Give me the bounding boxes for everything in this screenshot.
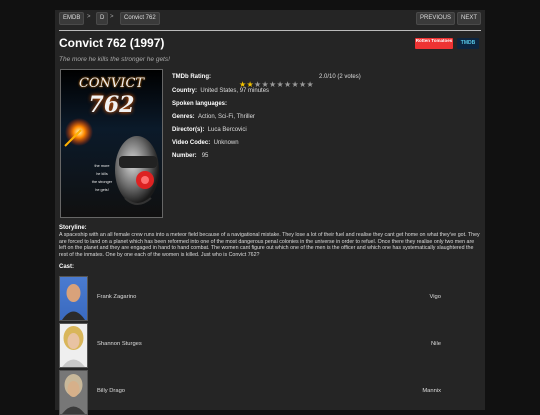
cast-photo — [59, 323, 88, 368]
poster-artwork — [64, 118, 159, 205]
country-row: Country: United States, 97 minutes — [172, 88, 269, 94]
tagline: The more he kills the stronger he gets! — [59, 56, 170, 63]
cast-item[interactable]: Shannon Sturges Nile — [59, 323, 481, 368]
page-title: Convict 762 (1997) — [59, 36, 165, 50]
cast-photo — [59, 276, 88, 321]
cast-photo — [59, 370, 88, 415]
rating-star-icon[interactable]: ★ — [277, 81, 285, 89]
tmdb-badge[interactable]: TMDB — [457, 38, 479, 49]
rating-star-icon[interactable]: ★ — [299, 81, 307, 89]
directors-row: Director(s): Luca Bercovici — [172, 127, 247, 133]
country-value: United States, 97 minutes — [200, 88, 270, 94]
cast-role: Nile — [431, 341, 441, 347]
breadcrumb-d[interactable]: D — [96, 12, 109, 25]
cast-name[interactable]: Frank Zagarino — [97, 294, 136, 300]
breadcrumb-separator: > — [87, 14, 91, 20]
video-codec-value: Unknown — [213, 140, 239, 146]
rating-label: TMDb Rating: — [172, 74, 211, 80]
cast-item[interactable]: Frank Zagarino Vigo — [59, 276, 481, 321]
breadcrumb-separator: > — [110, 14, 114, 20]
number-value: 95 — [201, 153, 209, 159]
cast-role: Vigo — [429, 294, 442, 300]
movie-panel: EMDB > D > Convict 762 PREVIOUS NEXT Con… — [55, 10, 485, 415]
languages-row: Spoken languages: — [172, 101, 229, 107]
number-row: Number: 95 — [172, 153, 208, 159]
rating-row: TMDb Rating: — [172, 74, 211, 80]
movie-poster[interactable]: CONVICT 762 the more he kills the strong… — [60, 69, 163, 218]
rating-stars: ★★★★★★★★★★ — [239, 74, 314, 89]
rating-star-icon[interactable]: ★ — [269, 81, 277, 89]
rating-star-icon[interactable]: ★ — [307, 81, 315, 89]
poster-tagline: the more he kills the stronger he gets! — [91, 164, 113, 192]
rotten-tomatoes-badge[interactable]: Rotten Tomatoes — [415, 38, 453, 49]
breadcrumb-current[interactable]: Convict 762 — [120, 12, 160, 25]
previous-button[interactable]: PREVIOUS — [416, 12, 456, 25]
country-label: Country: — [172, 88, 197, 94]
directors-label: Director(s): — [172, 127, 205, 133]
breadcrumb-emdb[interactable]: EMDB — [59, 12, 85, 25]
storyline-heading: Storyline: — [59, 225, 87, 231]
video-codec-label: Video Codec: — [172, 140, 211, 146]
cast-item[interactable]: Billy Drago Mannix — [59, 370, 481, 415]
cast-role: Mannix — [422, 388, 441, 394]
video-codec-row: Video Codec: Unknown — [172, 140, 239, 146]
next-button[interactable]: NEXT — [457, 12, 482, 25]
rating-star-icon[interactable]: ★ — [292, 81, 300, 89]
director-link[interactable]: Luca Bercovici — [208, 127, 247, 133]
rating-text: 2.0/10 (2 votes) — [319, 74, 361, 80]
top-nav-bar: EMDB > D > Convict 762 PREVIOUS NEXT — [59, 12, 482, 26]
title-divider — [59, 30, 481, 31]
genres-value: Action, Sci-Fi, Thriller — [198, 114, 255, 120]
number-label: Number: — [172, 153, 197, 159]
cast-name[interactable]: Billy Drago — [97, 388, 125, 394]
genres-label: Genres: — [172, 114, 195, 120]
genres-row: Genres: Action, Sci-Fi, Thriller — [172, 114, 255, 120]
languages-label: Spoken languages: — [172, 101, 228, 107]
rating-star-icon[interactable]: ★ — [284, 81, 292, 89]
storyline-text: A spaceship with an all female crew runs… — [59, 232, 480, 258]
cast-heading: Cast: — [59, 264, 75, 270]
cast-name[interactable]: Shannon Sturges — [97, 341, 142, 347]
